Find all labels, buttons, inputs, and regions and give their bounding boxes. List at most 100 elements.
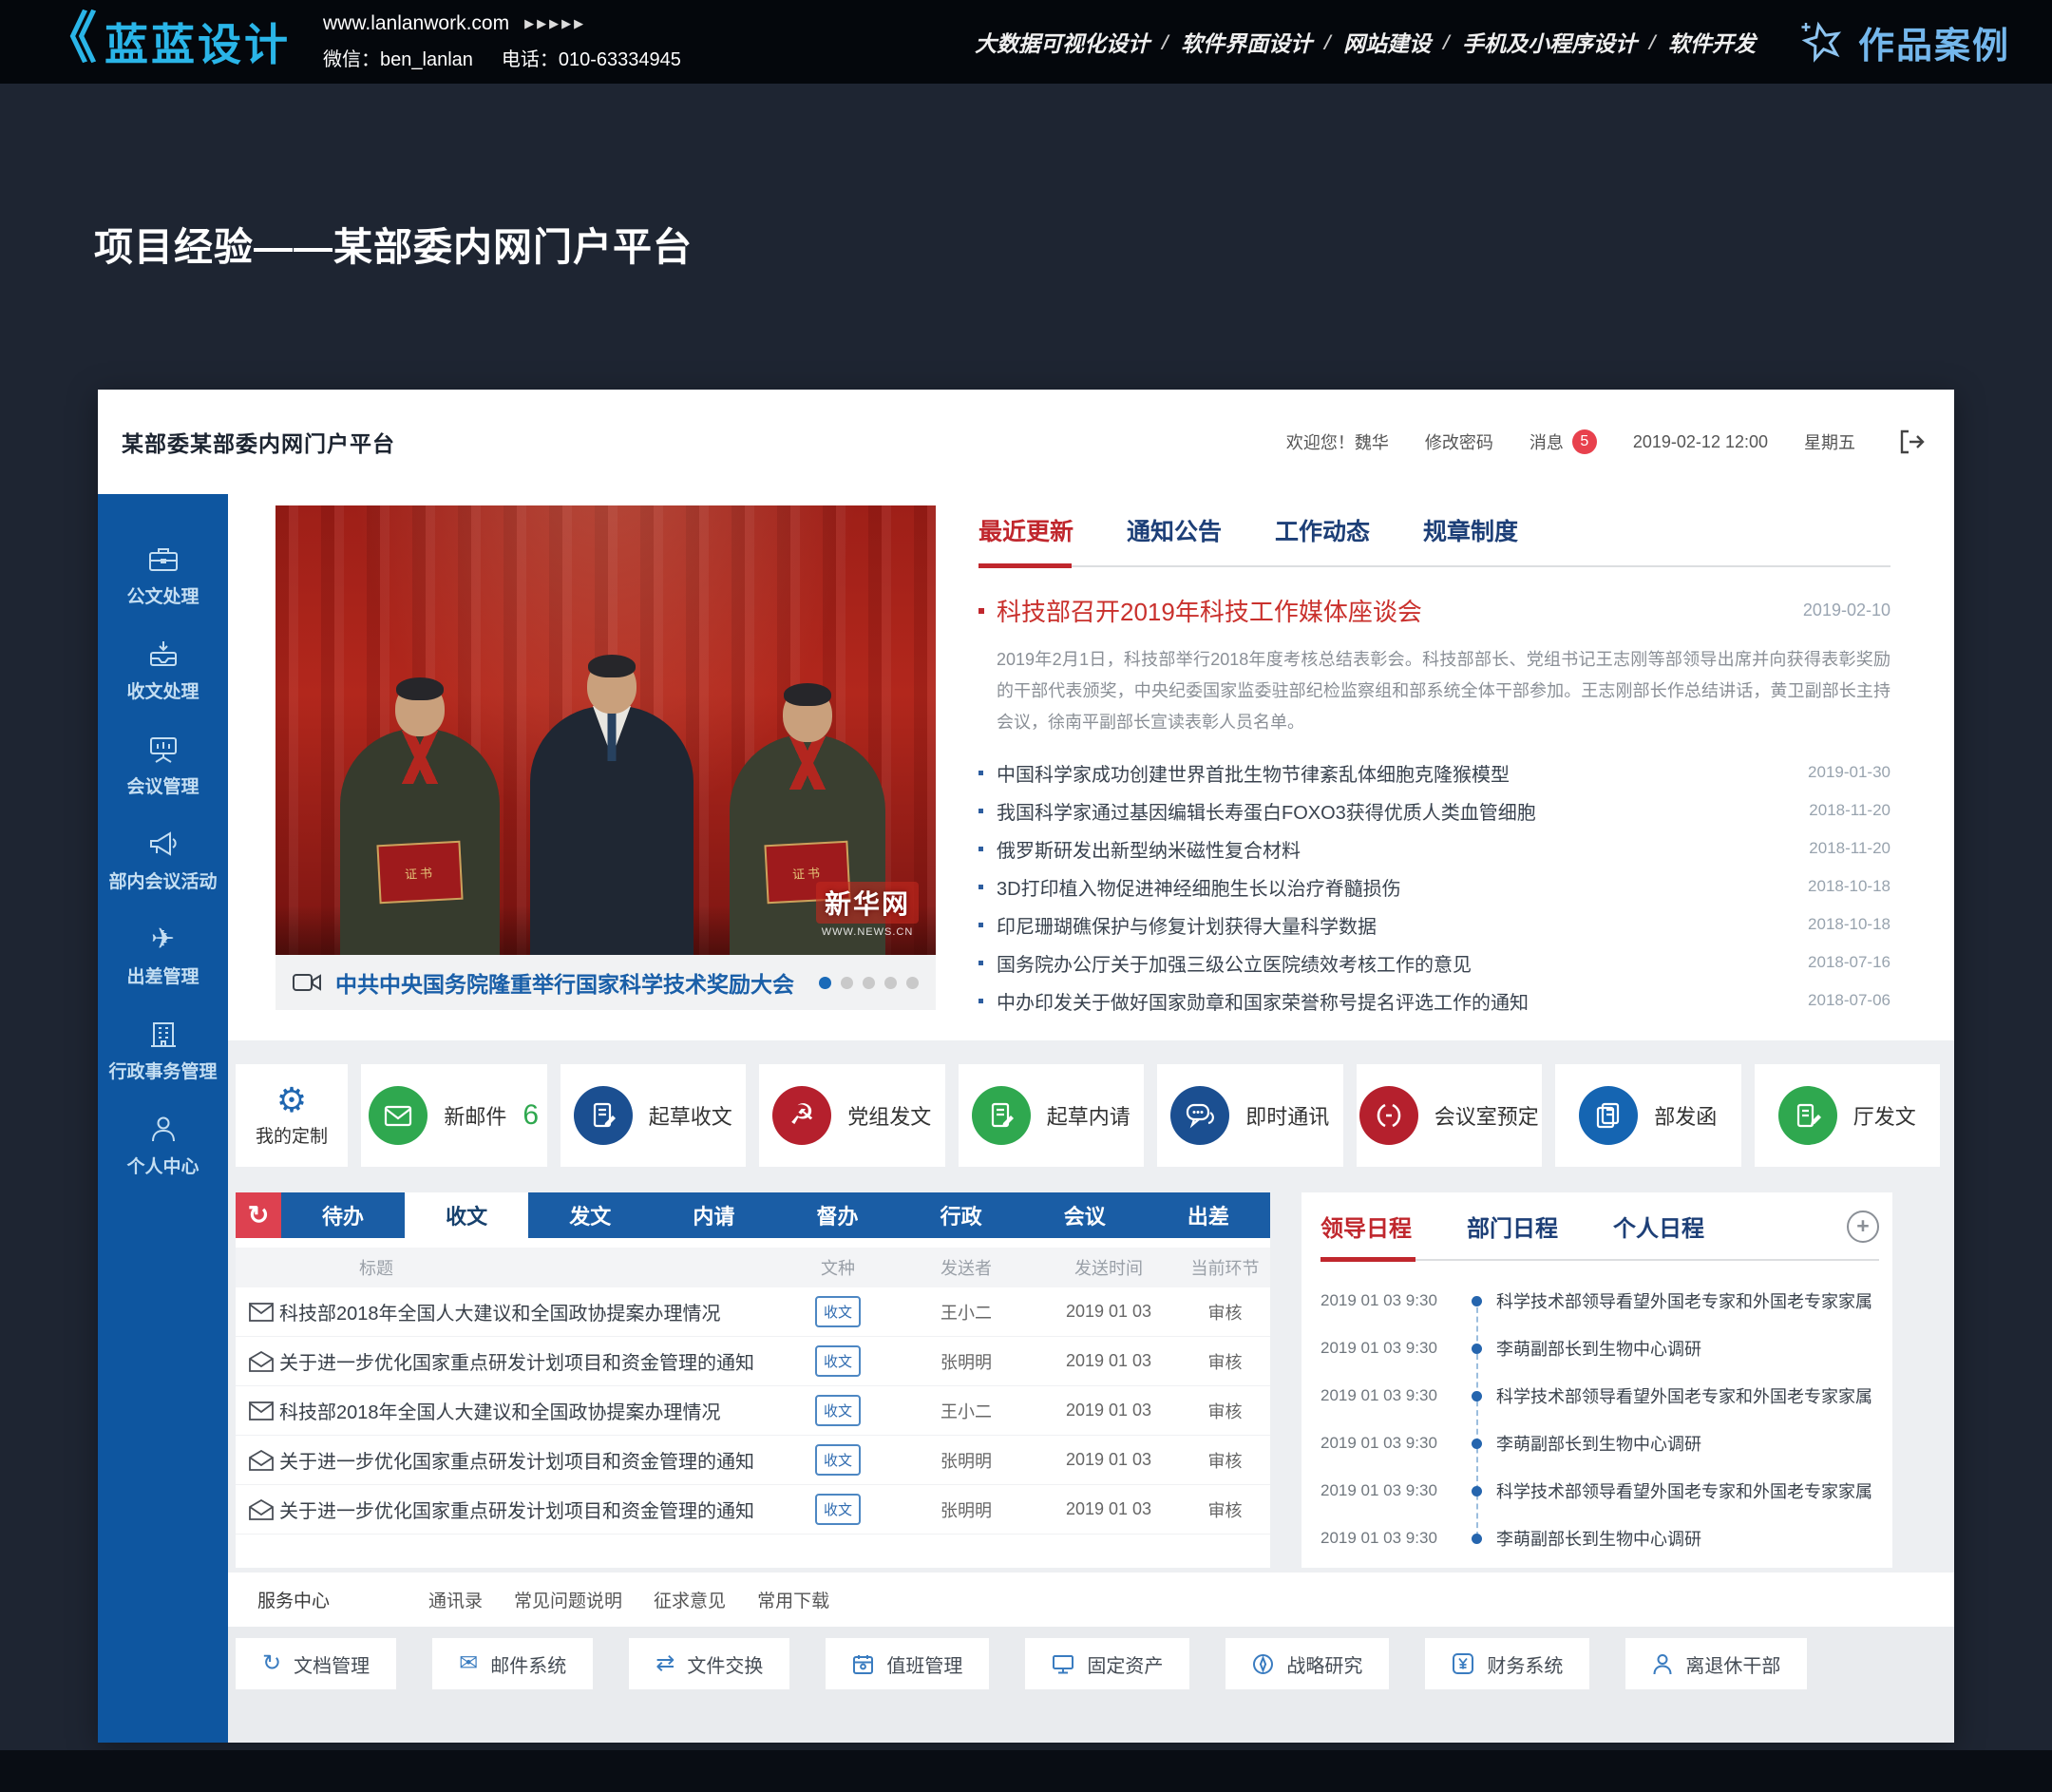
logout-button[interactable]	[1897, 428, 1926, 456]
table-row[interactable]: 关于进一步优化国家重点研发计划项目和资金管理的通知 收文 张明明 2019 01…	[236, 1485, 1270, 1535]
quick-action-ministry-letter[interactable]: 部发函	[1555, 1064, 1741, 1167]
quick-action-party-doc[interactable]: ☭ 党组发文	[759, 1064, 945, 1167]
tab-department-schedule[interactable]: 部门日程	[1467, 1210, 1558, 1243]
news-link[interactable]: 中国科学家成功创建世界首批生物节律紊乱体细胞克隆猴模型	[997, 759, 1795, 787]
schedule-text[interactable]: 李萌副部长到生物中心调研	[1496, 1431, 1701, 1456]
quick-action-draft-incoming[interactable]: 起草收文	[560, 1064, 747, 1167]
app-doc-management[interactable]: ↻ 文档管理	[236, 1638, 396, 1689]
quick-action-office-doc[interactable]: 厅发文	[1755, 1064, 1941, 1167]
app-retired-cadres[interactable]: 离退休干部	[1625, 1638, 1807, 1689]
tab-supervision[interactable]: 督办	[776, 1192, 900, 1238]
tab-recent-updates[interactable]: 最近更新	[978, 513, 1074, 547]
news-link[interactable]: 国务院办公厅关于加强三级公立医院绩效考核工作的意见	[997, 949, 1795, 977]
table-row[interactable]: 科技部2018年全国人大建议和全国政协提案办理情况 收文 王小二 2019 01…	[236, 1287, 1270, 1337]
carousel-dot[interactable]	[841, 977, 853, 989]
app-finance-system[interactable]: 财务系统	[1425, 1638, 1589, 1689]
carousel-caption-text[interactable]: 中共中央国务院隆重举行国家科学技术奖励大会	[335, 966, 806, 999]
news-link[interactable]: 印尼珊瑚礁保护与修复计划获得大量科学数据	[997, 911, 1795, 939]
top-nav-item-ui[interactable]: 软件界面设计	[1181, 26, 1312, 58]
news-item[interactable]: 中国科学家成功创建世界首批生物节律紊乱体细胞克隆猴模型2019-01-30	[978, 753, 1890, 791]
add-schedule-button[interactable]: +	[1847, 1211, 1879, 1243]
schedule-item[interactable]: 2019 01 03 9:30科学技术部领导看望外国老专家和外国老专家家属	[1320, 1277, 1879, 1325]
messages-link[interactable]: 消息 5	[1530, 429, 1597, 454]
quick-action-draft-internal[interactable]: 起草内请	[959, 1064, 1145, 1167]
link-service-center[interactable]: 服务中心	[257, 1587, 330, 1612]
carousel-photo[interactable]: 证书 证书 新华网 W	[276, 505, 936, 955]
tab-leader-schedule[interactable]: 领导日程	[1320, 1210, 1412, 1243]
quick-action-instant-messaging[interactable]: 即时通讯	[1157, 1064, 1343, 1167]
schedule-text[interactable]: 科学技术部领导看望外国老专家和外国老专家家属	[1496, 1383, 1872, 1408]
sidebar-item-personal-center[interactable]: 个人中心	[98, 1108, 228, 1203]
link-feedback[interactable]: 征求意见	[654, 1587, 726, 1612]
carousel-dot[interactable]	[863, 977, 875, 989]
link-contacts[interactable]: 通讯录	[428, 1587, 483, 1612]
link-faq[interactable]: 常见问题说明	[514, 1587, 622, 1612]
site-url[interactable]: www.lanlanwork.com	[323, 12, 509, 35]
table-row[interactable]: 关于进一步优化国家重点研发计划项目和资金管理的通知 收文 张明明 2019 01…	[236, 1337, 1270, 1386]
carousel-dot[interactable]	[906, 977, 919, 989]
schedule-item[interactable]: 2019 01 03 9:30李萌副部长到生物中心调研	[1320, 1515, 1879, 1562]
top-nav-item-dev[interactable]: 软件开发	[1668, 26, 1756, 58]
tab-notices[interactable]: 通知公告	[1127, 513, 1222, 547]
tab-trip[interactable]: 出差	[1147, 1192, 1270, 1238]
schedule-item[interactable]: 2019 01 03 9:30科学技术部领导看望外国老专家和外国老专家家属	[1320, 1467, 1879, 1515]
news-link[interactable]: 我国科学家通过基因编辑长寿蛋白FOXO3获得优质人类血管细胞	[997, 797, 1796, 825]
app-file-exchange[interactable]: ⇄ 文件交换	[629, 1638, 789, 1689]
news-item[interactable]: 3D打印植入物促进神经细胞生长以治疗脊髓损伤2018-10-18	[978, 867, 1890, 906]
top-nav-item-bigdata[interactable]: 大数据可视化设计	[975, 26, 1150, 58]
sidebar-item-incoming-docs[interactable]: 收文处理	[98, 633, 228, 728]
lanlan-brand[interactable]: 《 蓝蓝设计	[42, 10, 291, 73]
sidebar-item-official-docs[interactable]: 公文处理	[98, 538, 228, 633]
table-row[interactable]: 科技部2018年全国人大建议和全国政协提案办理情况 收文 王小二 2019 01…	[236, 1386, 1270, 1436]
news-item[interactable]: 俄罗斯研发出新型纳米磁性复合材料2018-11-20	[978, 829, 1890, 867]
app-mail-system[interactable]: ✉ 邮件系统	[432, 1638, 593, 1689]
row-title[interactable]: 关于进一步优化国家重点研发计划项目和资金管理的通知	[279, 1496, 781, 1523]
change-password-link[interactable]: 修改密码	[1425, 429, 1493, 454]
schedule-text[interactable]: 李萌副部长到生物中心调研	[1496, 1336, 1701, 1361]
row-title[interactable]: 科技部2018年全国人大建议和全国政协提案办理情况	[279, 1397, 781, 1424]
news-item[interactable]: 我国科学家通过基因编辑长寿蛋白FOXO3获得优质人类血管细胞2018-11-20	[978, 791, 1890, 829]
quick-action-meeting-room-booking[interactable]: 会议室预定	[1357, 1064, 1543, 1167]
tab-incoming[interactable]: 收文	[405, 1192, 528, 1238]
row-title[interactable]: 关于进一步优化国家重点研发计划项目和资金管理的通知	[279, 1446, 781, 1474]
news-item[interactable]: 印尼珊瑚礁保护与修复计划获得大量科学数据2018-10-18	[978, 906, 1890, 944]
schedule-text[interactable]: 科学技术部领导看望外国老专家和外国老专家家属	[1496, 1288, 1872, 1313]
sidebar-item-business-trips[interactable]: ✈ 出差管理	[98, 918, 228, 1013]
schedule-item[interactable]: 2019 01 03 9:30科学技术部领导看望外国老专家和外国老专家家属	[1320, 1372, 1879, 1420]
tab-outgoing[interactable]: 发文	[528, 1192, 652, 1238]
tab-meeting[interactable]: 会议	[1023, 1192, 1147, 1238]
schedule-text[interactable]: 李萌副部长到生物中心调研	[1496, 1526, 1701, 1551]
portfolio-link[interactable]: 作品案例	[1797, 16, 2010, 68]
app-duty-management[interactable]: 值班管理	[826, 1638, 989, 1689]
carousel-dot[interactable]	[819, 977, 831, 989]
carousel-dot[interactable]	[884, 977, 897, 989]
schedule-item[interactable]: 2019 01 03 9:30李萌副部长到生物中心调研	[1320, 1420, 1879, 1467]
app-strategy-research[interactable]: 战略研究	[1226, 1638, 1389, 1689]
table-row[interactable]: 关于进一步优化国家重点研发计划项目和资金管理的通知 收文 张明明 2019 01…	[236, 1436, 1270, 1485]
sidebar-item-meetings[interactable]: 会议管理	[98, 728, 228, 823]
top-nav-item-mobile[interactable]: 手机及小程序设计	[1462, 26, 1637, 58]
news-item[interactable]: 中办印发关于做好国家勋章和国家荣誉称号提名评选工作的通知2018-07-06	[978, 982, 1890, 1020]
featured-news-link[interactable]: 科技部召开2019年科技工作媒体座谈会	[997, 593, 1788, 628]
row-title[interactable]: 科技部2018年全国人大建议和全国政协提案办理情况	[279, 1298, 781, 1325]
schedule-text[interactable]: 科学技术部领导看望外国老专家和外国老专家家属	[1496, 1478, 1872, 1503]
quick-action-new-mail[interactable]: 新邮件 6	[361, 1064, 547, 1167]
tab-regulations[interactable]: 规章制度	[1423, 513, 1518, 547]
link-downloads[interactable]: 常用下载	[757, 1587, 829, 1612]
sidebar-item-admin-affairs[interactable]: 行政事务管理	[98, 1013, 228, 1108]
top-nav-item-web[interactable]: 网站建设	[1343, 26, 1431, 58]
schedule-item[interactable]: 2019 01 03 9:30李萌副部长到生物中心调研	[1320, 1325, 1879, 1372]
tab-internal-request[interactable]: 内请	[652, 1192, 775, 1238]
tab-todo[interactable]: 待办	[281, 1192, 405, 1238]
news-link[interactable]: 俄罗斯研发出新型纳米磁性复合材料	[997, 835, 1796, 863]
news-link[interactable]: 3D打印植入物促进神经细胞生长以治疗脊髓损伤	[997, 873, 1795, 901]
app-fixed-assets[interactable]: 固定资产	[1025, 1638, 1189, 1689]
tab-administration[interactable]: 行政	[900, 1192, 1023, 1238]
quick-action-my-custom[interactable]: ⚙ 我的定制	[236, 1064, 348, 1167]
sidebar-item-internal-activities[interactable]: 部内会议活动	[98, 823, 228, 918]
tab-work-trends[interactable]: 工作动态	[1275, 513, 1370, 547]
tab-personal-schedule[interactable]: 个人日程	[1613, 1210, 1704, 1243]
news-item[interactable]: 国务院办公厅关于加强三级公立医院绩效考核工作的意见2018-07-16	[978, 944, 1890, 982]
refresh-icon[interactable]: ↻	[236, 1192, 281, 1238]
row-title[interactable]: 关于进一步优化国家重点研发计划项目和资金管理的通知	[279, 1347, 781, 1375]
